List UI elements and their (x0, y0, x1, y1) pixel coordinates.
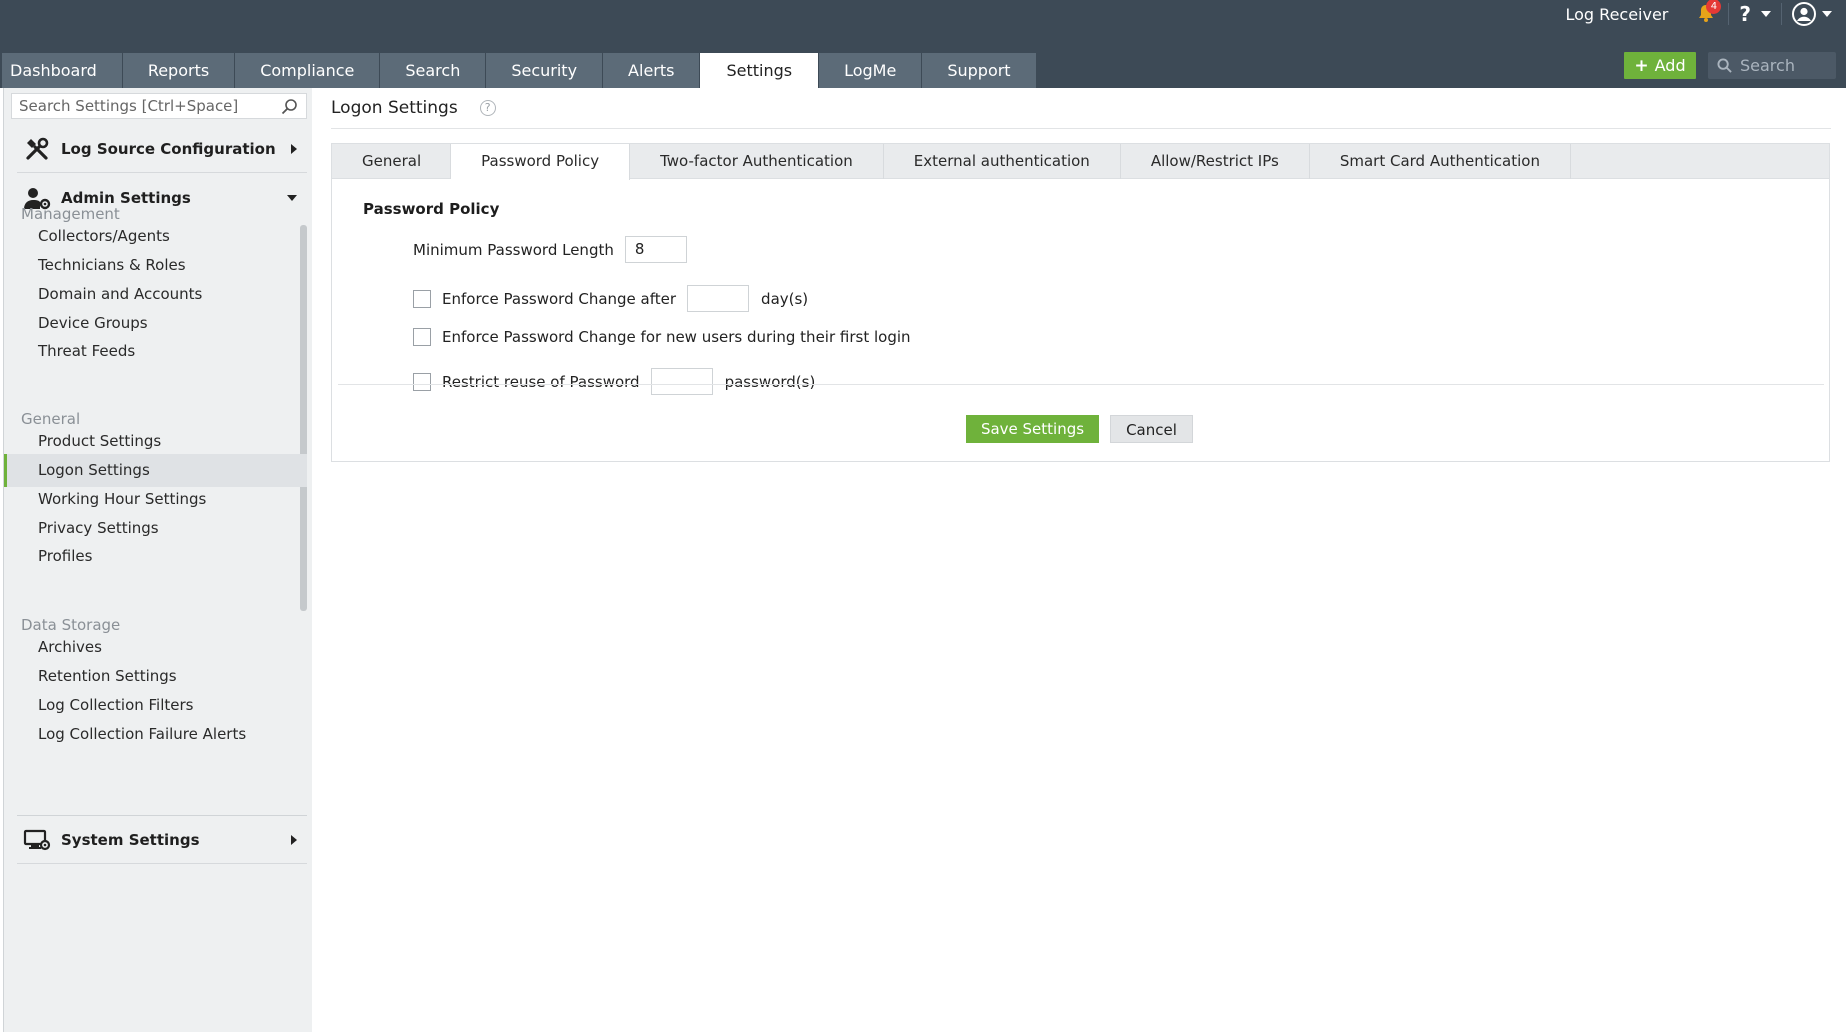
section-log-source-configuration[interactable]: Log Source Configuration (17, 125, 307, 173)
main-nav: Dashboard Reports Compliance Search Secu… (2, 53, 1037, 88)
notifications-bell-icon[interactable]: 4 (1694, 0, 1722, 26)
first-login-checkbox[interactable] (413, 328, 431, 346)
global-search-placeholder: Search (1740, 56, 1795, 75)
settings-sidebar: Search Settings [Ctrl+Space] Log Source … (3, 88, 312, 1032)
section-system-settings[interactable]: System Settings (17, 816, 307, 864)
nav-tab-alerts[interactable]: Alerts (603, 53, 700, 88)
search-icon (1717, 58, 1732, 73)
top-bar: Log Receiver 4 ? Dashboard Reports Compl… (0, 0, 1846, 88)
add-button-label: Add (1654, 56, 1686, 75)
tab-smart-card-authentication[interactable]: Smart Card Authentication (1310, 144, 1571, 179)
tab-password-policy[interactable]: Password Policy (451, 144, 631, 180)
nav-tab-security[interactable]: Security (486, 53, 603, 88)
save-settings-button[interactable]: Save Settings (966, 415, 1099, 443)
chevron-right-icon (291, 834, 297, 845)
help-icon[interactable]: ? (479, 100, 496, 116)
sidebar-item-threat-feeds[interactable]: Threat Feeds (4, 335, 307, 368)
tab-allow-restrict-ips[interactable]: Allow/Restrict IPs (1121, 144, 1310, 179)
tools-icon (23, 135, 51, 163)
section-title: Password Policy (363, 200, 500, 218)
user-avatar-icon[interactable] (1792, 2, 1816, 26)
global-search-input[interactable]: Search (1708, 52, 1836, 79)
min-password-length-input[interactable]: 8 (624, 236, 687, 263)
logon-settings-panel: General Password Policy Two-factor Authe… (331, 143, 1830, 462)
settings-search-placeholder: Search Settings [Ctrl+Space] (19, 97, 239, 115)
divider (1781, 3, 1782, 25)
enforce-change-row: Enforce Password Change after day(s) (413, 285, 808, 312)
chevron-down-icon (287, 195, 297, 201)
monitor-gear-icon (23, 826, 51, 854)
divider (338, 384, 1824, 385)
restrict-reuse-row: Restrict reuse of Password password(s) (413, 368, 815, 395)
page-title: Logon Settings ? (331, 98, 496, 118)
chevron-down-icon[interactable] (1761, 11, 1771, 17)
tab-general[interactable]: General (332, 144, 452, 179)
min-password-length-label: Minimum Password Length (413, 240, 614, 259)
search-icon[interactable] (281, 98, 298, 115)
restrict-reuse-label: Restrict reuse of Password (442, 372, 640, 391)
section-label: Log Source Configuration (61, 139, 276, 158)
add-button[interactable]: + Add (1624, 52, 1696, 79)
first-login-row: Enforce Password Change for new users du… (413, 328, 911, 346)
enforce-change-checkbox[interactable] (413, 289, 431, 308)
restrict-reuse-checkbox[interactable] (413, 372, 431, 391)
nav-tab-support[interactable]: Support (922, 53, 1036, 88)
cancel-button[interactable]: Cancel (1110, 415, 1193, 443)
app-name: Log Receiver (1565, 4, 1669, 24)
first-login-label: Enforce Password Change for new users du… (442, 328, 911, 346)
min-password-length-row: Minimum Password Length 8 (413, 236, 687, 263)
enforce-change-unit: day(s) (761, 289, 809, 308)
settings-tabs: General Password Policy Two-factor Authe… (332, 144, 1829, 180)
plus-icon: + (1634, 55, 1649, 76)
page-title-text: Logon Settings (331, 98, 458, 118)
sidebar-item-profiles[interactable]: Profiles (4, 540, 307, 573)
nav-tab-search[interactable]: Search (380, 53, 486, 88)
nav-tab-dashboard[interactable]: Dashboard (2, 53, 122, 88)
top-right-toolbar: Log Receiver 4 ? (1566, 0, 1846, 28)
chevron-down-icon[interactable] (1822, 11, 1832, 17)
enforce-change-label: Enforce Password Change after (442, 289, 677, 308)
nav-tab-logme[interactable]: LogMe (819, 53, 922, 88)
enforce-change-days-input[interactable] (687, 285, 750, 312)
sidebar-item-log-collection-failure-alerts[interactable]: Log Collection Failure Alerts (4, 718, 307, 751)
restrict-reuse-unit: password(s) (724, 372, 816, 391)
nav-tab-compliance[interactable]: Compliance (235, 53, 380, 88)
settings-search-input[interactable]: Search Settings [Ctrl+Space] (11, 93, 307, 119)
tab-external-authentication[interactable]: External authentication (884, 144, 1121, 179)
nav-tab-settings[interactable]: Settings (700, 53, 819, 88)
section-label: System Settings (61, 830, 200, 849)
tab-two-factor-authentication[interactable]: Two-factor Authentication (630, 144, 884, 179)
chevron-right-icon (291, 143, 297, 154)
divider (331, 128, 1831, 129)
restrict-reuse-count-input[interactable] (650, 368, 713, 395)
divider (1728, 3, 1730, 25)
help-menu-icon[interactable]: ? (1739, 2, 1751, 26)
nav-tab-reports[interactable]: Reports (122, 53, 235, 88)
notification-badge: 4 (1706, 0, 1722, 14)
